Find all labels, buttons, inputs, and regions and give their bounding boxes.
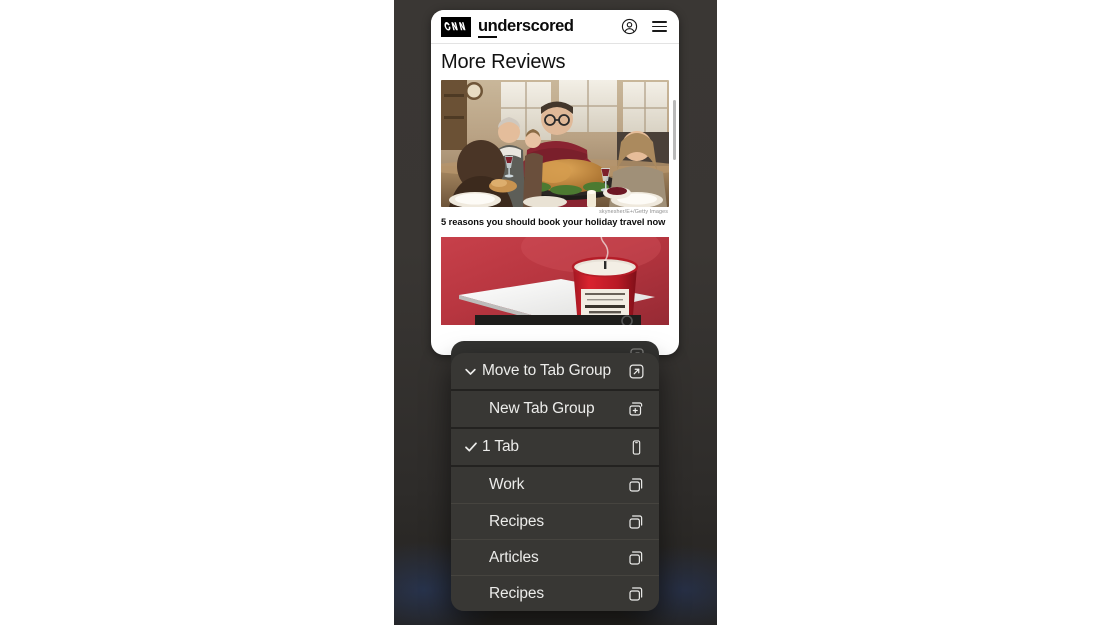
chevron-down-icon: [463, 364, 481, 379]
hamburger-bar-1: [651, 21, 667, 23]
brand-underlined-part: un: [478, 17, 498, 39]
menu-item-label: Recipes: [489, 512, 544, 530]
menu-item-work[interactable]: Work: [451, 467, 659, 503]
article-thumbnail-1[interactable]: [441, 80, 669, 207]
square-stack-icon[interactable]: [626, 513, 646, 531]
article-card-1[interactable]: skynesher/E+/Getty Images 5 reasons you …: [431, 80, 679, 326]
article-thumbnail-2[interactable]: [441, 237, 669, 326]
tab-group-context-menu[interactable]: Move to Tab Group New Tab Group 1 Tab Wo…: [451, 353, 659, 611]
phone-icon[interactable]: [626, 439, 646, 456]
menu-item-articles[interactable]: Articles: [451, 539, 659, 575]
menu-item-recipes-2[interactable]: Recipes: [451, 575, 659, 611]
menu-item-1-tab[interactable]: 1 Tab: [451, 429, 659, 465]
menu-item-move-to-tab-group[interactable]: Move to Tab Group: [451, 353, 659, 389]
menu-item-label: Move to Tab Group: [482, 362, 611, 379]
menu-section-tab-groups-list: Work Recipes Articles Recipes: [451, 467, 659, 611]
image-credit-1: skynesher/E+/Getty Images: [599, 208, 668, 215]
square-stack-icon[interactable]: [626, 549, 646, 567]
menu-item-label: 1 Tab: [482, 438, 519, 455]
menu-item-label: Recipes: [489, 584, 544, 602]
arrow-up-right-square-icon[interactable]: [626, 363, 646, 380]
menu-section-tab-group-header: Move to Tab Group: [451, 353, 659, 389]
menu-section-current-tab: 1 Tab: [451, 429, 659, 465]
menu-item-label: New Tab Group: [489, 400, 595, 417]
page-body: More Reviews skynesher/E+/Getty Images 5…: [431, 44, 679, 355]
menu-item-label: Articles: [489, 548, 539, 566]
hamburger-bars: [651, 21, 667, 32]
square-stack-icon[interactable]: [626, 585, 646, 603]
page-title: More Reviews: [441, 51, 566, 73]
checkmark-icon: [463, 439, 481, 455]
menu-item-new-tab-group[interactable]: New Tab Group: [451, 391, 659, 427]
screenshot-root: underscored More Reviews skynesher/E+/Ge…: [0, 0, 1110, 625]
plus-square-stack-icon[interactable]: [626, 400, 646, 418]
hamburger-bar-2: [651, 25, 667, 28]
account-circle-icon[interactable]: [619, 17, 639, 37]
site-header: underscored: [431, 10, 679, 44]
menu-item-label: Work: [489, 476, 525, 493]
browser-page-card: underscored More Reviews skynesher/E+/Ge…: [431, 10, 679, 355]
page-scrollbar[interactable]: [673, 100, 676, 160]
site-brand-name[interactable]: underscored: [478, 17, 574, 39]
brand-rest-part: derscored: [497, 17, 574, 36]
article-headline-1[interactable]: 5 reasons you should book your holiday t…: [441, 215, 669, 229]
menu-section-new-group: New Tab Group: [451, 391, 659, 427]
cnn-logo-icon[interactable]: [441, 16, 471, 37]
hamburger-menu-icon[interactable]: [649, 17, 669, 37]
square-stack-icon[interactable]: [626, 476, 646, 494]
hamburger-bar-3: [651, 30, 667, 32]
menu-item-recipes-1[interactable]: Recipes: [451, 503, 659, 539]
